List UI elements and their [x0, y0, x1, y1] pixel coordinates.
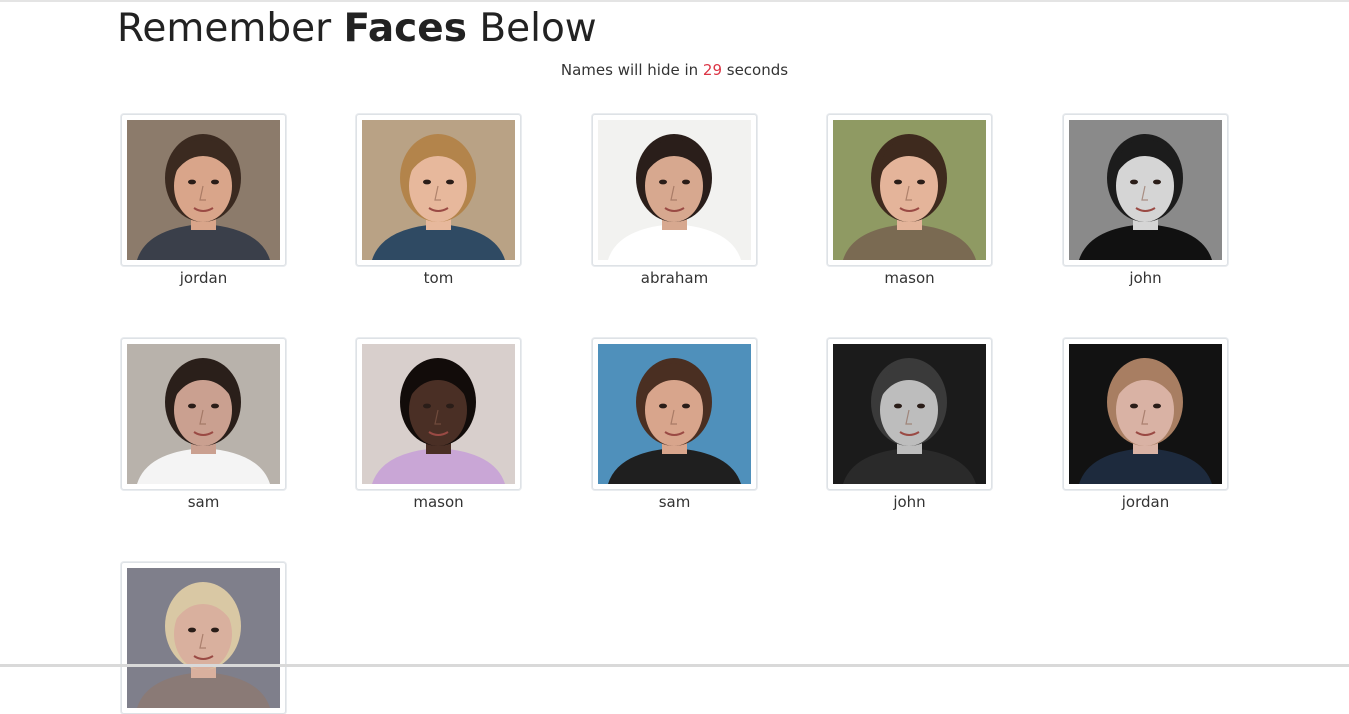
face-name-label: mason — [884, 269, 935, 287]
countdown-seconds: 29 — [702, 61, 722, 79]
face-card — [827, 114, 992, 266]
face-name-label: jordan — [1121, 493, 1170, 511]
top-divider — [0, 0, 1349, 2]
face-name-label: mason — [413, 493, 464, 511]
face-photo — [362, 344, 515, 484]
face-card — [356, 114, 521, 266]
face-card — [827, 338, 992, 490]
face-card — [592, 338, 757, 490]
face-photo — [833, 344, 986, 484]
page-title: Remember Faces Below — [117, 6, 597, 51]
face-name-label: tom — [423, 269, 454, 287]
face-card — [121, 338, 286, 490]
face-name-label: sam — [187, 493, 220, 511]
face-name-label: john — [1129, 269, 1162, 287]
face-photo — [1069, 344, 1222, 484]
face-name-label: abraham — [640, 269, 709, 287]
face-card — [121, 114, 286, 266]
face-photo — [1069, 120, 1222, 260]
face-card — [592, 114, 757, 266]
face-name-label: jordan — [179, 269, 228, 287]
face-photo — [127, 344, 280, 484]
face-photo — [127, 120, 280, 260]
face-card — [121, 562, 286, 714]
face-name-label: john — [893, 493, 926, 511]
face-card — [1063, 114, 1228, 266]
face-card — [356, 338, 521, 490]
face-photo — [833, 120, 986, 260]
face-photo — [127, 568, 280, 708]
face-photo — [362, 120, 515, 260]
face-card — [1063, 338, 1228, 490]
face-photo — [598, 120, 751, 260]
hide-timer-text: Names will hide in 29 seconds — [560, 61, 789, 79]
face-name-label: sam — [658, 493, 691, 511]
face-photo — [598, 344, 751, 484]
